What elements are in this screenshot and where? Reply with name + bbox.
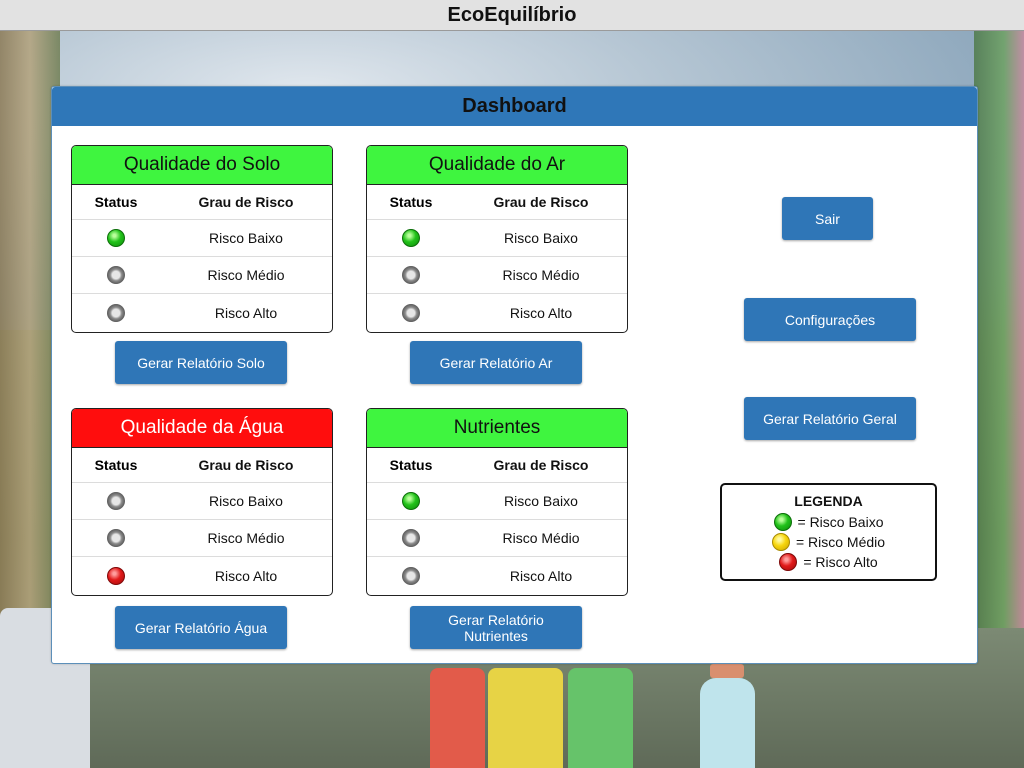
button-label-line-2: Nutrientes bbox=[464, 627, 528, 644]
status-light-off-icon bbox=[107, 266, 125, 284]
status-light-green-icon bbox=[402, 492, 420, 510]
status-header: Status bbox=[389, 457, 433, 473]
dashboard-header: Dashboard bbox=[52, 87, 977, 126]
status-header: Status bbox=[389, 194, 433, 210]
risk-label: Risco Médio bbox=[502, 267, 580, 283]
card-title: Nutrientes bbox=[367, 409, 627, 448]
legend-label: = Risco Baixo bbox=[797, 514, 884, 530]
table-row: Risco Alto bbox=[367, 294, 627, 331]
generate-nutrients-report-button[interactable]: Gerar Relatório Nutrientes bbox=[410, 606, 582, 649]
card-title: Qualidade da Água bbox=[72, 409, 332, 448]
red-jug bbox=[430, 668, 485, 768]
risk-header: Grau de Risco bbox=[198, 194, 294, 210]
status-light-off-icon bbox=[402, 566, 420, 585]
risk-label: Risco Médio bbox=[207, 267, 285, 283]
card-soil-quality: Qualidade do Solo Status Grau de Risco R… bbox=[71, 145, 333, 333]
risk-label: Risco Médio bbox=[502, 530, 580, 546]
status-light-off-icon bbox=[402, 529, 420, 547]
risk-label: Risco Alto bbox=[509, 304, 573, 321]
table-row: Risco Alto bbox=[367, 557, 627, 594]
legend-green-light-icon bbox=[773, 513, 792, 531]
table-row: Risco Alto bbox=[72, 294, 332, 331]
table-row: Risco Médio bbox=[367, 520, 627, 557]
status-header: Status bbox=[94, 194, 138, 210]
risk-label: Risco Baixo bbox=[504, 230, 578, 246]
risk-header: Grau de Risco bbox=[493, 194, 589, 210]
exit-button[interactable]: Sair bbox=[782, 197, 873, 240]
window-titlebar: EcoEquilíbrio bbox=[0, 0, 1024, 31]
legend-label: = Risco Alto bbox=[803, 554, 878, 570]
risk-label: Risco Alto bbox=[214, 304, 278, 321]
table-row: Risco Baixo bbox=[367, 483, 627, 520]
risk-table: Status Grau de Risco Risco Baixo Risco M… bbox=[72, 448, 332, 594]
bottle-cap bbox=[710, 664, 744, 678]
legend-box: LEGENDA = Risco Baixo = Risco Médio = Ri… bbox=[720, 483, 937, 581]
table-header-row: Status Grau de Risco bbox=[367, 448, 627, 483]
generate-general-report-button[interactable]: Gerar Relatório Geral bbox=[744, 397, 916, 440]
card-air-quality: Qualidade do Ar Status Grau de Risco Ris… bbox=[366, 145, 628, 333]
card-nutrients: Nutrientes Status Grau de Risco Risco Ba… bbox=[366, 408, 628, 596]
risk-label: Risco Alto bbox=[509, 567, 573, 584]
risk-table: Status Grau de Risco Risco Baixo Risco M… bbox=[367, 448, 627, 594]
dashboard-panel: Dashboard Qualidade do Solo Status Grau … bbox=[51, 86, 978, 664]
legend-yellow-light-icon bbox=[771, 533, 790, 551]
green-jug bbox=[568, 668, 633, 768]
risk-label: Risco Médio bbox=[207, 530, 285, 546]
yellow-jug bbox=[488, 668, 563, 768]
generate-soil-report-button[interactable]: Gerar Relatório Solo bbox=[115, 341, 287, 384]
table-row: Risco Médio bbox=[72, 520, 332, 557]
table-header-row: Status Grau de Risco bbox=[367, 185, 627, 220]
glass-bottle bbox=[700, 678, 755, 768]
legend-title: LEGENDA bbox=[794, 493, 863, 509]
legend-red-light-icon bbox=[779, 553, 798, 571]
settings-button[interactable]: Configurações bbox=[744, 298, 916, 341]
risk-header: Grau de Risco bbox=[493, 457, 589, 473]
generate-air-report-button[interactable]: Gerar Relatório Ar bbox=[410, 341, 582, 384]
risk-label: Risco Alto bbox=[214, 567, 278, 584]
app-title: EcoEquilíbrio bbox=[447, 3, 577, 26]
status-light-off-icon bbox=[107, 303, 125, 322]
risk-label: Risco Baixo bbox=[209, 230, 283, 246]
risk-table: Status Grau de Risco Risco Baixo Risco M… bbox=[367, 185, 627, 331]
dashboard-title: Dashboard bbox=[462, 95, 567, 117]
status-light-off-icon bbox=[402, 266, 420, 284]
risk-header: Grau de Risco bbox=[198, 457, 294, 473]
status-light-off-icon bbox=[107, 492, 125, 510]
status-light-red-icon bbox=[107, 566, 125, 585]
risk-label: Risco Baixo bbox=[209, 493, 283, 509]
table-header-row: Status Grau de Risco bbox=[72, 448, 332, 483]
button-label-line-1: Gerar Relatório bbox=[448, 611, 544, 628]
card-water-quality: Qualidade da Água Status Grau de Risco R… bbox=[71, 408, 333, 596]
legend-item: = Risco Alto bbox=[779, 552, 878, 572]
risk-label: Risco Baixo bbox=[504, 493, 578, 509]
card-title: Qualidade do Solo bbox=[72, 146, 332, 185]
table-row: Risco Baixo bbox=[72, 220, 332, 257]
table-row: Risco Baixo bbox=[367, 220, 627, 257]
legend-label: = Risco Médio bbox=[795, 534, 886, 550]
legend-item: = Risco Médio bbox=[771, 532, 886, 552]
status-light-green-icon bbox=[402, 229, 420, 247]
status-header: Status bbox=[94, 457, 138, 473]
legend-item: = Risco Baixo bbox=[773, 512, 884, 532]
table-row: Risco Médio bbox=[72, 257, 332, 294]
generate-water-report-button[interactable]: Gerar Relatório Água bbox=[115, 606, 287, 649]
status-light-off-icon bbox=[107, 529, 125, 547]
table-row: Risco Baixo bbox=[72, 483, 332, 520]
risk-table: Status Grau de Risco Risco Baixo Risco M… bbox=[72, 185, 332, 331]
table-row: Risco Médio bbox=[367, 257, 627, 294]
table-row: Risco Alto bbox=[72, 557, 332, 594]
status-light-off-icon bbox=[402, 303, 420, 322]
status-light-green-icon bbox=[107, 229, 125, 247]
table-header-row: Status Grau de Risco bbox=[72, 185, 332, 220]
card-title: Qualidade do Ar bbox=[367, 146, 627, 185]
